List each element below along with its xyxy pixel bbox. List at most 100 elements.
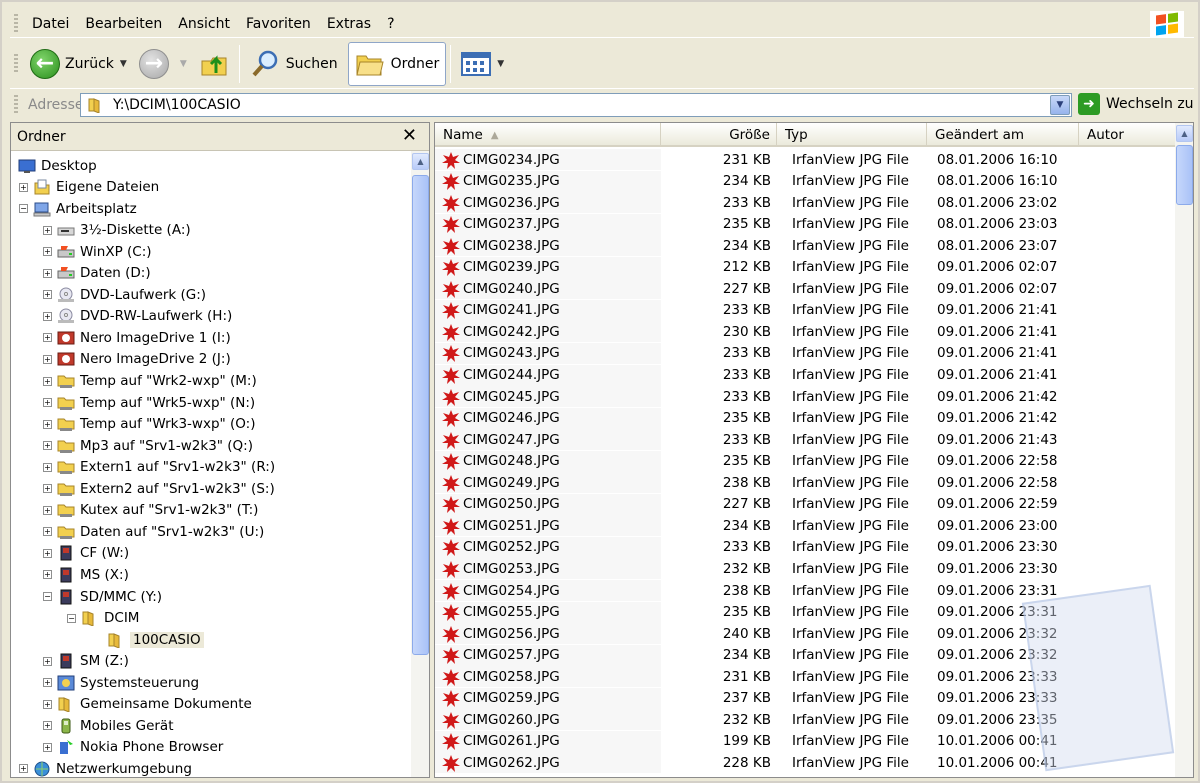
- tree-node[interactable]: − Arbeitsplatz: [19, 198, 137, 219]
- expand-icon[interactable]: +: [43, 678, 52, 688]
- expand-icon[interactable]: +: [43, 484, 52, 494]
- tree-node[interactable]: Desktop: [17, 155, 97, 176]
- file-row[interactable]: CIMG0241.JPG 233 KB IrfanView JPG File 09.0…: [435, 299, 1175, 321]
- expand-icon[interactable]: +: [43, 333, 52, 343]
- expand-icon[interactable]: +: [43, 548, 52, 558]
- expand-icon[interactable]: +: [43, 656, 52, 666]
- expand-icon[interactable]: +: [19, 182, 28, 192]
- file-row[interactable]: CIMG0247.JPG 233 KB IrfanView JPG File 09.0…: [435, 429, 1175, 451]
- column-type[interactable]: Typ: [777, 123, 927, 147]
- file-row[interactable]: CIMG0236.JPG 233 KB IrfanView JPG File 08.0…: [435, 192, 1175, 214]
- scroll-up-icon[interactable]: ▲: [1176, 125, 1193, 142]
- expand-icon[interactable]: +: [43, 268, 52, 278]
- addressbar-grip[interactable]: [14, 94, 18, 115]
- expand-icon[interactable]: +: [19, 764, 28, 774]
- expand-icon[interactable]: +: [43, 505, 52, 515]
- tree-node[interactable]: + DVD-Laufwerk (G:): [43, 284, 206, 305]
- up-folder-button[interactable]: [193, 42, 235, 86]
- expand-icon[interactable]: +: [43, 570, 52, 580]
- file-row[interactable]: CIMG0249.JPG 238 KB IrfanView JPG File 09.0…: [435, 472, 1175, 494]
- folder-pane-scrollbar[interactable]: ▲: [411, 151, 429, 777]
- expand-icon[interactable]: +: [43, 441, 52, 451]
- menu-help[interactable]: ?: [379, 16, 402, 32]
- address-input[interactable]: Y:\DCIM\100CASIO ▼: [80, 93, 1072, 117]
- menu-ansicht[interactable]: Ansicht: [170, 16, 238, 32]
- file-row[interactable]: CIMG0253.JPG 232 KB IrfanView JPG File 09.0…: [435, 558, 1175, 580]
- expand-icon[interactable]: +: [43, 311, 52, 321]
- tree-node[interactable]: + Temp auf "Wrk5-wxp" (N:): [43, 392, 255, 413]
- address-dropdown-icon[interactable]: ▼: [1050, 95, 1070, 115]
- tree-node[interactable]: + Mp3 auf "Srv1-w2k3" (Q:): [43, 435, 253, 456]
- tree-node[interactable]: + Eigene Dateien: [19, 177, 159, 198]
- tree-node[interactable]: + Mobiles Gerät: [43, 715, 174, 736]
- tree-node[interactable]: + Extern2 auf "Srv1-w2k3" (S:): [43, 478, 275, 499]
- tree-node[interactable]: + CF (W:): [43, 543, 129, 564]
- tree-node[interactable]: + WinXP (C:): [43, 241, 152, 262]
- close-icon[interactable]: ✕: [402, 125, 417, 146]
- back-dropdown-icon[interactable]: ▼: [120, 59, 127, 69]
- tree-node[interactable]: + Temp auf "Wrk2-wxp" (M:): [43, 371, 257, 392]
- expand-icon[interactable]: +: [43, 247, 52, 257]
- expand-icon[interactable]: +: [43, 699, 52, 709]
- file-row[interactable]: CIMG0242.JPG 230 KB IrfanView JPG File 09.0…: [435, 321, 1175, 343]
- file-row[interactable]: CIMG0248.JPG 235 KB IrfanView JPG File 09.0…: [435, 450, 1175, 472]
- forward-dropdown-icon[interactable]: ▼: [180, 59, 187, 69]
- tree-node[interactable]: + Systemsteuerung: [43, 672, 199, 693]
- file-row[interactable]: CIMG0239.JPG 212 KB IrfanView JPG File 09.0…: [435, 256, 1175, 278]
- column-name[interactable]: Name ▲: [435, 123, 661, 147]
- tree-node[interactable]: − SD/MMC (Y:): [43, 586, 162, 607]
- tree-node[interactable]: 100CASIO: [93, 629, 204, 650]
- folders-button[interactable]: Ordner: [347, 41, 447, 86]
- file-row[interactable]: CIMG0235.JPG 234 KB IrfanView JPG File 08.0…: [435, 170, 1175, 192]
- tree-node[interactable]: + MS (X:): [43, 564, 129, 585]
- expand-icon[interactable]: +: [43, 290, 52, 300]
- tree-node[interactable]: + Netzwerkumgebung: [19, 758, 192, 777]
- scroll-thumb[interactable]: [1176, 145, 1193, 205]
- tree-node[interactable]: +3½-Diskette (A:): [43, 220, 191, 241]
- tree-node[interactable]: + Nokia Phone Browser: [43, 737, 223, 758]
- column-author[interactable]: Autor: [1079, 123, 1175, 147]
- file-row[interactable]: CIMG0240.JPG 227 KB IrfanView JPG File 09.0…: [435, 278, 1175, 300]
- expand-icon[interactable]: +: [43, 354, 52, 364]
- tree-node[interactable]: + DVD-RW-Laufwerk (H:): [43, 306, 232, 327]
- tree-node[interactable]: + Nero ImageDrive 1 (I:): [43, 327, 231, 348]
- expand-icon[interactable]: +: [43, 225, 52, 235]
- expand-icon[interactable]: +: [43, 398, 52, 408]
- file-row[interactable]: CIMG0252.JPG 233 KB IrfanView JPG File 09.0…: [435, 536, 1175, 558]
- expand-icon[interactable]: +: [43, 527, 52, 537]
- back-button[interactable]: ← Zurück ▼: [24, 42, 133, 86]
- menu-bearbeiten[interactable]: Bearbeiten: [77, 16, 170, 32]
- scroll-up-icon[interactable]: ▲: [412, 153, 429, 170]
- search-button[interactable]: Suchen: [244, 42, 344, 86]
- file-row[interactable]: CIMG0237.JPG 235 KB IrfanView JPG File 08.0…: [435, 213, 1175, 235]
- file-list-scrollbar[interactable]: ▲: [1175, 123, 1193, 777]
- collapse-icon[interactable]: −: [67, 613, 76, 623]
- tree-node[interactable]: + Extern1 auf "Srv1-w2k3" (R:): [43, 457, 275, 478]
- expand-icon[interactable]: +: [43, 721, 52, 731]
- views-button[interactable]: ▼: [455, 42, 510, 86]
- tree-node[interactable]: − DCIM: [67, 608, 139, 629]
- tree-node[interactable]: + Nero ImageDrive 2 (J:): [43, 349, 231, 370]
- file-row[interactable]: CIMG0234.JPG 231 KB IrfanView JPG File 08.0…: [435, 149, 1175, 170]
- file-row[interactable]: CIMG0245.JPG 233 KB IrfanView JPG File 09.0…: [435, 386, 1175, 408]
- collapse-icon[interactable]: −: [19, 204, 28, 214]
- menu-extras[interactable]: Extras: [319, 16, 379, 32]
- scroll-thumb[interactable]: [412, 175, 429, 655]
- tree-node[interactable]: + Gemeinsame Dokumente: [43, 694, 252, 715]
- tree-node[interactable]: + Daten auf "Srv1-w2k3" (U:): [43, 521, 264, 542]
- file-row[interactable]: CIMG0238.JPG 234 KB IrfanView JPG File 08.0…: [435, 235, 1175, 257]
- views-dropdown-icon[interactable]: ▼: [497, 59, 504, 69]
- file-row[interactable]: CIMG0243.JPG 233 KB IrfanView JPG File 09.0…: [435, 342, 1175, 364]
- tree-node[interactable]: + Temp auf "Wrk3-wxp" (O:): [43, 414, 256, 435]
- forward-button[interactable]: → ▼: [133, 42, 193, 86]
- go-button[interactable]: ➜ Wechseln zu: [1078, 93, 1194, 115]
- menu-favoriten[interactable]: Favoriten: [238, 16, 319, 32]
- collapse-icon[interactable]: −: [43, 592, 52, 601]
- toolbar-grip[interactable]: [14, 53, 18, 74]
- expand-icon[interactable]: +: [43, 742, 52, 752]
- expand-icon[interactable]: +: [43, 419, 52, 429]
- expand-icon[interactable]: +: [43, 462, 52, 472]
- menu-datei[interactable]: Datei: [24, 16, 77, 32]
- expand-icon[interactable]: +: [43, 376, 52, 386]
- file-row[interactable]: CIMG0244.JPG 233 KB IrfanView JPG File 09.0…: [435, 364, 1175, 386]
